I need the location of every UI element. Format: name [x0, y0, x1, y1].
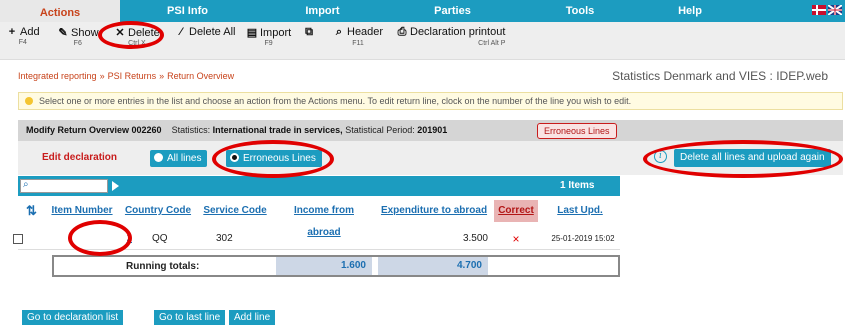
grid-search-input[interactable]: ⌕ — [20, 179, 108, 193]
breadcrumb-separator-icon: » — [159, 71, 165, 81]
lightbulb-icon — [25, 97, 33, 105]
printer-icon: ⎙ — [397, 26, 407, 38]
delete-all-upload-button[interactable]: Delete all lines and upload again — [674, 149, 831, 167]
service-code-cell: 302 — [216, 233, 233, 244]
menu-help[interactable]: Help — [645, 0, 735, 22]
statistics-label: Statistics: — [171, 125, 211, 135]
go-to-last-line-button[interactable]: Go to last line — [154, 310, 226, 325]
all-lines-radio[interactable]: All lines — [150, 150, 208, 167]
main-menu-bar: Actions PSI Info Import Parties Tools He… — [0, 0, 845, 22]
breadcrumb-integrated-reporting[interactable]: Integrated reporting — [18, 71, 97, 81]
menu-import[interactable]: Import — [255, 0, 390, 22]
column-service-code[interactable]: Service Code — [200, 200, 270, 222]
statistics-value: International trade in services, — [212, 125, 343, 135]
add-line-button[interactable]: Add line — [229, 310, 276, 325]
toolbar: + Add F4 ✎ Show F6 ✕ Delete Ctrl X ⁄ Delete … — [0, 22, 845, 60]
search-go-icon[interactable] — [112, 181, 119, 191]
import-button[interactable]: ▤ Import F9 — [246, 26, 291, 56]
expenditure-cell: 3.500 — [462, 233, 488, 244]
delete-all-icon: ⁄ — [180, 26, 182, 38]
uk-flag-icon[interactable] — [828, 5, 842, 15]
column-country-code[interactable]: Country Code — [122, 200, 194, 222]
menu-tools[interactable]: Tools — [515, 0, 645, 22]
copy-icon: ⧉ — [305, 26, 313, 38]
return-header: Modify Return Overview 002260 Statistics… — [18, 120, 843, 141]
plus-icon: + — [8, 26, 16, 38]
delete-all-button[interactable]: ⁄ Delete All — [175, 26, 235, 56]
menu-psi-info[interactable]: PSI Info — [120, 0, 255, 22]
incorrect-mark-icon: × — [512, 232, 520, 246]
total-income: 1.600 — [276, 257, 372, 275]
column-income-from-abroad[interactable]: Income from abroad — [276, 200, 372, 238]
column-item-number[interactable]: Item Number — [48, 200, 116, 222]
item-number-link[interactable]: 2 — [48, 228, 138, 250]
erroneous-lines-radio[interactable]: Erroneous Lines — [226, 150, 322, 167]
period-label: Statistical Period: — [345, 125, 415, 135]
last-updated-cell: 25-01-2019 15:02 — [551, 234, 615, 243]
danish-flag-icon[interactable] — [812, 5, 826, 15]
erroneous-lines-badge: Erroneous Lines — [537, 123, 617, 139]
add-button[interactable]: + Add F4 — [6, 26, 40, 56]
import-icon: ▤ — [246, 27, 258, 39]
menu-parties[interactable]: Parties — [390, 0, 515, 22]
table-header: ⇅ Item Number Country Code Service Code … — [18, 200, 620, 238]
total-expenditure: 4.700 — [378, 257, 488, 275]
running-totals-row: Running totals: 1.600 4.700 — [52, 255, 620, 277]
breadcrumb: Integrated reporting» PSI Returns» Return … — [18, 71, 234, 81]
radio-on-icon — [230, 153, 239, 162]
search-icon: ⌕ — [23, 179, 29, 190]
items-count: 1 Items — [560, 180, 595, 191]
period-value: 201901 — [417, 125, 448, 135]
delete-x-icon: ✕ — [115, 27, 125, 39]
grid-toolbar — [18, 176, 620, 196]
table-row: 2 QQ 302 3.500 × 25-01-2019 15:02 — [18, 228, 620, 250]
running-totals-label: Running totals: — [126, 261, 200, 272]
go-to-declaration-list-button[interactable]: Go to declaration list — [22, 310, 124, 325]
info-icon: i — [654, 150, 667, 163]
header-button[interactable]: ⌕ Header F11 — [333, 26, 383, 56]
column-correct[interactable]: Correct — [494, 200, 538, 222]
column-last-upd[interactable]: Last Upd. — [546, 200, 614, 222]
show-button[interactable]: ✎ Show F6 — [57, 26, 98, 56]
income-cell — [276, 228, 372, 250]
breadcrumb-separator-icon: » — [99, 71, 105, 81]
info-banner: Select one or more entries in the list a… — [18, 92, 843, 110]
breadcrumb-return-overview[interactable]: Return Overview — [167, 71, 234, 81]
edit-declaration-label: Edit declaration — [42, 152, 118, 163]
refresh-icon[interactable]: ⇅ — [26, 203, 37, 219]
delete-button[interactable]: ✕ Delete Ctrl X — [114, 26, 159, 56]
site-title: Statistics Denmark and VIES : IDEP.web — [612, 69, 828, 83]
pencil-icon: ✎ — [58, 27, 68, 39]
page-title: Modify Return Overview 002260 — [26, 125, 162, 135]
declaration-printout-button[interactable]: ⎙ Declaration printout Ctrl Alt P — [396, 26, 506, 56]
magnifier-icon: ⌕ — [335, 26, 343, 38]
copy-button[interactable]: ⧉ — [303, 26, 317, 56]
country-code-cell: QQ — [152, 233, 168, 244]
breadcrumb-psi-returns[interactable]: PSI Returns — [108, 71, 157, 81]
menu-actions[interactable]: Actions — [0, 0, 120, 22]
column-expenditure-to-abroad[interactable]: Expenditure to abroad — [378, 200, 490, 222]
info-text: Select one or more entries in the list a… — [39, 96, 632, 106]
radio-off-icon — [154, 153, 163, 162]
